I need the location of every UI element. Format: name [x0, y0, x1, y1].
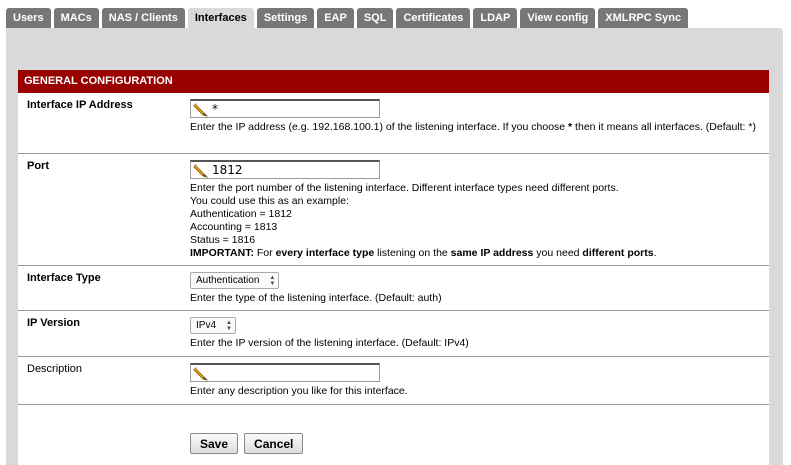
row-interface-type: Interface Type Authentication ▲ ▼ Enter t…: [18, 266, 769, 311]
tab-interfaces[interactable]: Interfaces: [187, 8, 254, 28]
form-buttons: Save Cancel: [190, 433, 304, 454]
save-button[interactable]: Save: [190, 433, 239, 454]
tab-bar: Users MACs NAS / Clients Interfaces Sett…: [6, 8, 689, 28]
field-label: Description: [27, 363, 83, 375]
ip-version-select[interactable]: IPv4 ▲ ▼: [190, 317, 236, 334]
interface-type-select[interactable]: Authentication ▲ ▼: [190, 272, 280, 289]
updown-arrows-icon: ▲ ▼: [226, 319, 232, 332]
help-text: Enter the type of the listening interfac…: [190, 292, 442, 304]
form-area: GENERAL CONFIGURATION Interface IP Addre…: [18, 70, 769, 465]
pencil-icon: [193, 164, 209, 178]
tab-xmlrpc-sync[interactable]: XMLRPC Sync: [598, 8, 689, 28]
row-interface-ip: Interface IP Address * Enter the IP addr…: [18, 93, 769, 154]
row-ip-version: IP Version IPv4 ▲ ▼ Enter the IP version …: [18, 311, 769, 357]
help-text: Enter the IP address (e.g. 192.168.100.1…: [190, 121, 756, 133]
input-value: 1812: [212, 163, 243, 177]
pencil-icon: [193, 103, 209, 117]
pencil-icon: [193, 367, 209, 381]
tab-nas-clients[interactable]: NAS / Clients: [101, 8, 185, 28]
tab-ldap[interactable]: LDAP: [473, 8, 518, 28]
updown-arrows-icon: ▲ ▼: [269, 274, 276, 287]
tab-eap[interactable]: EAP: [317, 8, 354, 28]
help-text: Enter the IP version of the listening in…: [190, 337, 469, 349]
row-description: Description Enter any description you li…: [18, 357, 769, 405]
field-label: Interface IP Address: [27, 99, 133, 111]
field-label: Interface Type: [27, 272, 101, 284]
field-label: Port: [27, 160, 49, 172]
tab-certificates[interactable]: Certificates: [396, 8, 471, 28]
interface-ip-input[interactable]: *: [190, 99, 380, 118]
port-input[interactable]: 1812: [190, 160, 380, 179]
content-panel: GENERAL CONFIGURATION Interface IP Addre…: [6, 28, 783, 465]
description-input[interactable]: [190, 363, 380, 382]
tab-macs[interactable]: MACs: [53, 8, 99, 28]
cancel-button[interactable]: Cancel: [244, 433, 304, 454]
tab-view-config[interactable]: View config: [520, 8, 596, 28]
tab-users[interactable]: Users: [6, 8, 51, 28]
tab-sql[interactable]: SQL: [356, 8, 394, 28]
input-value: *: [212, 102, 218, 116]
row-port: Port 1812 Enter the port number of the l…: [18, 154, 769, 266]
help-text: Enter the port number of the listening i…: [190, 182, 657, 259]
section-header: GENERAL CONFIGURATION: [18, 70, 769, 93]
field-label: IP Version: [27, 317, 80, 329]
tab-settings[interactable]: Settings: [256, 8, 315, 28]
help-text: Enter any description you like for this …: [190, 385, 408, 397]
